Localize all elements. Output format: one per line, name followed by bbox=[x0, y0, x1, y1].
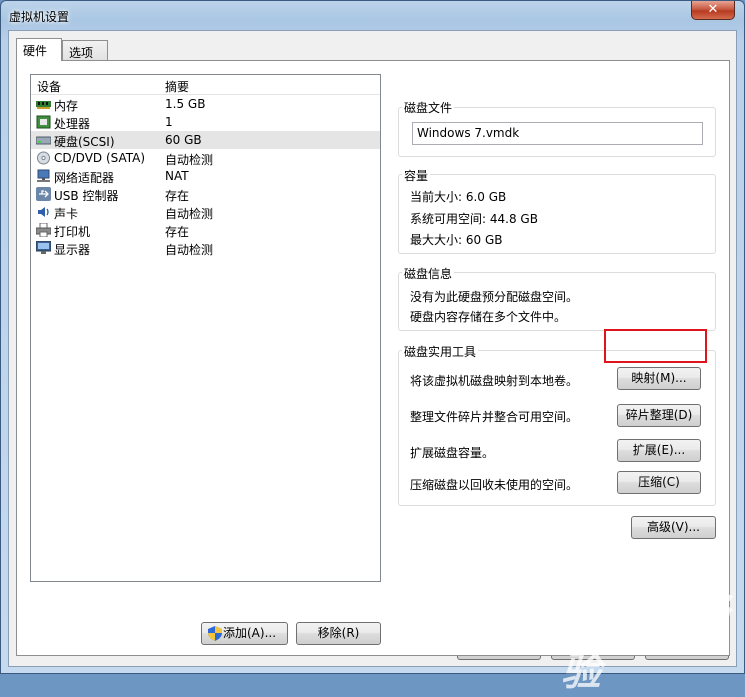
printer-icon bbox=[36, 223, 51, 237]
device-name: 内存 bbox=[54, 99, 79, 113]
add-button-label: 添加(A)... bbox=[223, 626, 277, 640]
map-description: 将该虚拟机磁盘映射到本地卷。 bbox=[410, 374, 579, 388]
baidu-watermark-url: jingyan.baidu.com bbox=[601, 641, 703, 654]
disk-utilities-title: 磁盘实用工具 bbox=[402, 343, 479, 360]
device-row-hard-disk[interactable]: 硬盘(SCSI) 60 GB bbox=[31, 131, 380, 149]
add-device-button[interactable]: 添加(A)... bbox=[201, 622, 288, 645]
device-row-processor[interactable]: 处理器 1 bbox=[31, 113, 380, 131]
device-name: 打印机 bbox=[54, 225, 91, 239]
advanced-button[interactable]: 高级(V)... bbox=[631, 516, 716, 539]
device-summary: 自动检测 bbox=[165, 243, 214, 257]
defrag-button[interactable]: 碎片整理(D) bbox=[617, 404, 701, 427]
remove-device-button[interactable]: 移除(R) bbox=[296, 622, 381, 645]
device-name: 处理器 bbox=[54, 117, 91, 131]
window-title: 虚拟机设置 bbox=[9, 10, 70, 24]
memory-icon bbox=[36, 101, 51, 109]
device-name: 硬盘(SCSI) bbox=[54, 135, 115, 149]
column-header-device[interactable]: 设备 bbox=[37, 78, 61, 95]
device-summary: 1 bbox=[165, 115, 173, 129]
device-list-header: 设备 摘要 bbox=[31, 75, 380, 95]
available-space-text: 系统可用空间: 44.8 GB bbox=[410, 212, 538, 226]
device-summary: 存在 bbox=[165, 189, 190, 203]
device-row-sound-card[interactable]: 声卡 自动检测 bbox=[31, 203, 380, 221]
device-name: 显示器 bbox=[54, 243, 91, 257]
tab-options[interactable]: 选项 bbox=[62, 40, 108, 60]
close-button[interactable]: ✕ bbox=[691, 1, 735, 20]
usb-icon bbox=[36, 187, 51, 201]
defrag-description: 整理文件碎片并整合可用空间。 bbox=[410, 410, 579, 424]
disk-info-line-2: 硬盘内容存储在多个文件中。 bbox=[410, 310, 567, 324]
device-row-printer[interactable]: 打印机 存在 bbox=[31, 221, 380, 239]
current-size-text: 当前大小: 6.0 GB bbox=[410, 190, 507, 204]
device-summary: 存在 bbox=[165, 225, 190, 239]
device-name: 网络适配器 bbox=[54, 171, 115, 185]
device-summary: 60 GB bbox=[165, 133, 202, 147]
device-name: 声卡 bbox=[54, 207, 79, 221]
device-summary: 1.5 GB bbox=[165, 97, 206, 111]
admin-shield-icon bbox=[208, 626, 222, 641]
baidu-watermark: Baidu经验 bbox=[561, 591, 730, 695]
disk-info-line-1: 没有为此硬盘预分配磁盘空间。 bbox=[410, 290, 579, 304]
device-summary: 自动检测 bbox=[165, 153, 214, 167]
expand-description: 扩展磁盘容量。 bbox=[410, 446, 495, 460]
tab-hardware[interactable]: 硬件 bbox=[16, 38, 62, 61]
max-size-text: 最大大小: 60 GB bbox=[410, 233, 503, 247]
sound-card-icon bbox=[38, 207, 49, 217]
device-row-memory[interactable]: 内存 1.5 GB bbox=[31, 95, 380, 113]
disk-file-field[interactable]: Windows 7.vmdk bbox=[412, 122, 703, 145]
network-adapter-icon bbox=[37, 169, 50, 182]
compact-button[interactable]: 压缩(C) bbox=[617, 471, 701, 494]
device-summary: NAT bbox=[165, 169, 189, 183]
device-name: CD/DVD (SATA) bbox=[54, 151, 146, 165]
column-header-summary[interactable]: 摘要 bbox=[165, 78, 189, 95]
device-name: USB 控制器 bbox=[54, 189, 119, 203]
cd-dvd-icon bbox=[37, 151, 50, 165]
vm-settings-window: 虚拟机设置 ✕ 硬件 选项 设备 摘要 内存 1.5 GB 处理器 1 硬盘(S… bbox=[0, 0, 745, 695]
map-button-highlight bbox=[604, 329, 707, 363]
disk-info-title: 磁盘信息 bbox=[402, 265, 455, 282]
title-bar[interactable]: 虚拟机设置 ✕ bbox=[1, 1, 744, 29]
device-row-network-adapter[interactable]: 网络适配器 NAT bbox=[31, 167, 380, 185]
device-row-usb-controller[interactable]: USB 控制器 存在 bbox=[31, 185, 380, 203]
device-row-cd-dvd[interactable]: CD/DVD (SATA) 自动检测 bbox=[31, 149, 380, 167]
device-row-display[interactable]: 显示器 自动检测 bbox=[31, 239, 380, 257]
device-list[interactable]: 设备 摘要 内存 1.5 GB 处理器 1 硬盘(SCSI) 60 GB CD/… bbox=[30, 74, 381, 582]
compact-description: 压缩磁盘以回收未使用的空间。 bbox=[410, 478, 579, 492]
hard-disk-icon bbox=[36, 136, 51, 145]
processor-icon bbox=[36, 115, 51, 129]
capacity-title: 容量 bbox=[402, 167, 431, 184]
disk-file-title: 磁盘文件 bbox=[402, 99, 455, 116]
device-summary: 自动检测 bbox=[165, 207, 214, 221]
expand-button[interactable]: 扩展(E)... bbox=[617, 439, 701, 462]
map-button[interactable]: 映射(M)... bbox=[617, 367, 701, 390]
display-icon bbox=[36, 241, 51, 254]
